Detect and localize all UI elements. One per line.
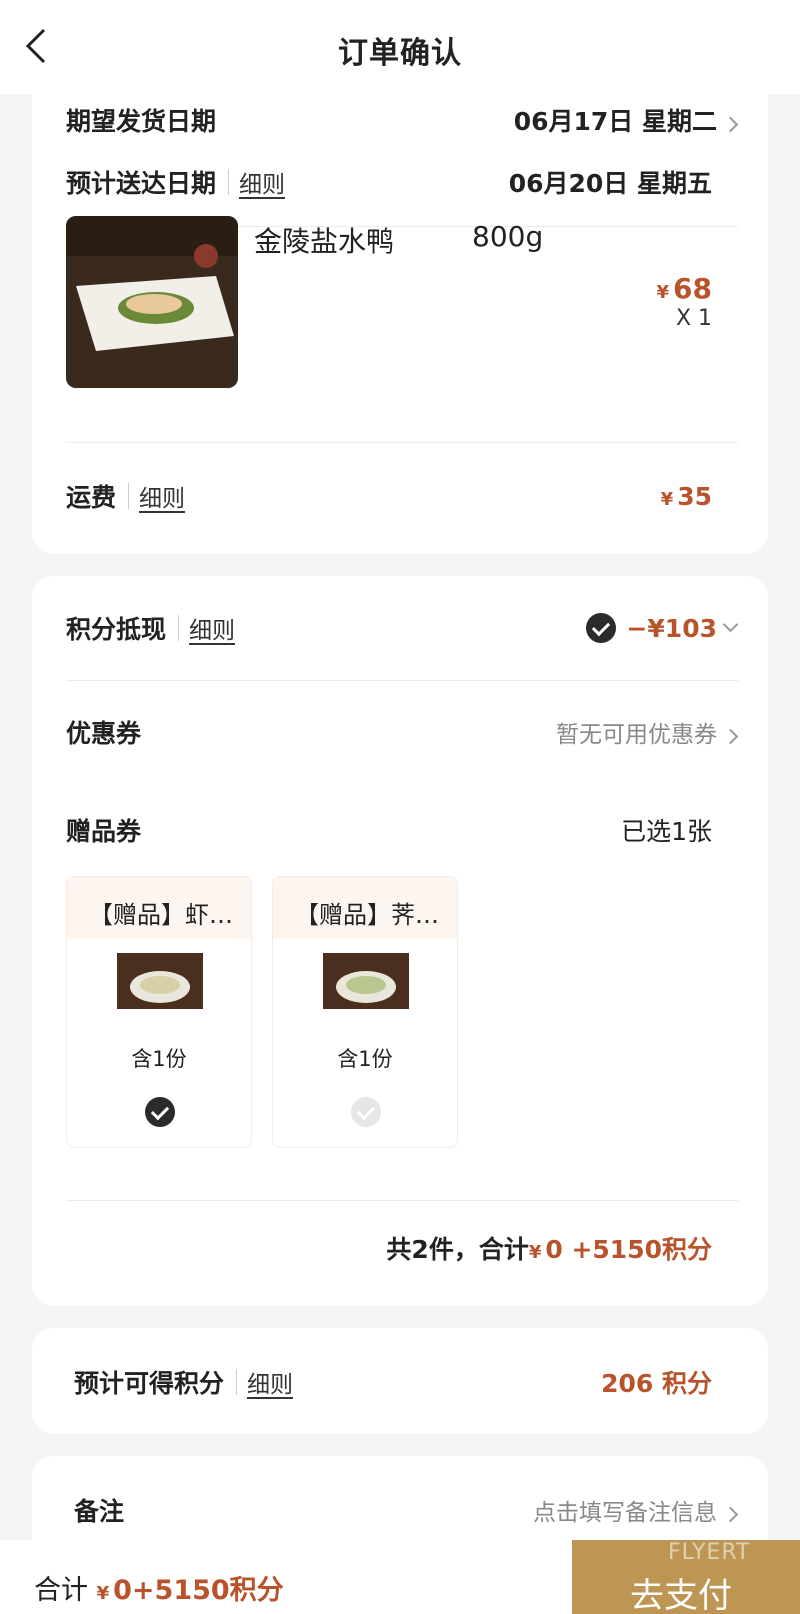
product-price-value: 68 xyxy=(673,272,712,305)
freight-row: 运费 细则 ¥35 xyxy=(66,478,712,514)
nav-bar: 订单确认 xyxy=(0,0,800,94)
summary-prefix: 共2件，合计 xyxy=(386,1235,529,1264)
remark-label: 备注 xyxy=(74,1497,125,1526)
product-price: ¥68 xyxy=(657,272,713,305)
separator xyxy=(236,1369,238,1395)
points-deduction-value: −¥103 xyxy=(626,613,717,643)
earn-points-card: 预计可得积分 细则 206 积分 xyxy=(32,1328,768,1434)
chevron-right-icon xyxy=(722,728,739,745)
summary-row: 共2件，合计¥ 0 +5150积分 xyxy=(66,1230,712,1266)
pay-button-label: 去支付 xyxy=(630,1576,732,1614)
separator xyxy=(228,169,230,195)
product-name: 金陵盐水鸭 xyxy=(254,225,395,258)
points-deduction-row[interactable]: 积分抵现 细则 −¥103 xyxy=(66,610,739,646)
footer-total-label: 合计 xyxy=(34,1575,88,1606)
currency-symbol: ¥ xyxy=(656,282,670,303)
gift-coupon-label: 赠品券 xyxy=(66,817,142,846)
points-deduction-checkbox[interactable] xyxy=(586,613,617,643)
expected-ship-row[interactable]: 期望发货日期 06月17日 星期二 xyxy=(66,102,739,138)
gift-coupon-title: 【赠品】虾… xyxy=(67,877,251,939)
product-image[interactable] xyxy=(66,216,238,388)
expected-ship-value: 06月17日 星期二 xyxy=(513,107,717,136)
bottom-bar: 合计 ¥0+5150积分 FLYERT 去支付 xyxy=(0,1540,800,1614)
remark-row[interactable]: 备注 点击填写备注信息 xyxy=(74,1492,739,1528)
gift-quantity: 含1份 xyxy=(131,1047,187,1071)
divider xyxy=(66,1200,738,1201)
page-title: 订单确认 xyxy=(338,36,462,71)
expected-arrive-row: 预计送达日期 细则 06月20日 星期五 xyxy=(66,164,712,200)
points-deduction-label: 积分抵现 xyxy=(66,615,167,644)
gift-coupon-row: 赠品券 已选1张 xyxy=(66,812,712,848)
footer-total-value: 0+5150积分 xyxy=(113,1575,284,1606)
gift-coupon-card[interactable]: 【赠品】虾… 含1份 xyxy=(66,876,252,1148)
gift-quantity: 含1份 xyxy=(337,1047,393,1071)
points-rules-link[interactable]: 细则 xyxy=(189,611,235,645)
freight-value: ¥35 xyxy=(661,482,712,511)
divider xyxy=(66,442,738,443)
separator xyxy=(178,615,180,641)
summary-amount: 0 +5150积分 xyxy=(545,1235,712,1264)
pay-button[interactable]: FLYERT 去支付 xyxy=(572,1540,800,1614)
divider xyxy=(66,680,738,681)
product-weight: 800g xyxy=(472,220,544,253)
currency-symbol: ¥ xyxy=(528,1242,542,1263)
footer-total: 合计 ¥0+5150积分 xyxy=(34,1568,284,1607)
currency-symbol: ¥ xyxy=(96,1583,110,1604)
earn-points-row: 预计可得积分 细则 206 积分 xyxy=(74,1364,712,1400)
expected-arrive-value: 06月20日 星期五 xyxy=(508,169,712,198)
coupon-label: 优惠券 xyxy=(66,719,142,748)
gift-image xyxy=(117,953,203,1009)
coupon-value: 暂无可用优惠券 xyxy=(556,722,717,748)
gift-coupon-title: 【赠品】荠… xyxy=(273,877,457,939)
freight-amount: 35 xyxy=(677,481,712,511)
expected-arrive-label: 预计送达日期 xyxy=(66,169,217,198)
gift-coupon-card[interactable]: 【赠品】荠… 含1份 xyxy=(272,876,458,1148)
remark-placeholder: 点击填写备注信息 xyxy=(533,1500,717,1526)
earn-points-label: 预计可得积分 xyxy=(74,1369,225,1398)
earn-points-rules-link[interactable]: 细则 xyxy=(247,1365,293,1399)
watermark: FLYERT xyxy=(668,1540,751,1565)
discount-card: 积分抵现 细则 −¥103 优惠券 暂无可用优惠券 赠品券 已选1张 【赠品】虾… xyxy=(32,576,768,1306)
gift-image xyxy=(323,953,409,1009)
chevron-down-icon[interactable] xyxy=(722,616,739,632)
freight-rules-link[interactable]: 细则 xyxy=(139,479,185,513)
earn-points-value: 206 积分 xyxy=(601,1369,712,1398)
gift-coupon-selected: 已选1张 xyxy=(621,817,712,846)
product-quantity: X 1 xyxy=(675,306,712,331)
coupon-row[interactable]: 优惠券 暂无可用优惠券 xyxy=(66,714,739,750)
freight-label: 运费 xyxy=(66,483,117,512)
order-card: 期望发货日期 06月17日 星期二 预计送达日期 细则 06月20日 星期五 金… xyxy=(32,60,768,554)
currency-symbol: ¥ xyxy=(660,488,674,510)
gift-select-checkbox[interactable] xyxy=(351,1097,381,1127)
chevron-right-icon xyxy=(722,116,739,133)
chevron-right-icon xyxy=(722,1506,739,1523)
separator xyxy=(128,483,130,509)
gift-select-checkbox[interactable] xyxy=(145,1097,175,1127)
expected-ship-label: 期望发货日期 xyxy=(66,107,217,136)
arrive-rules-link[interactable]: 细则 xyxy=(239,165,285,199)
